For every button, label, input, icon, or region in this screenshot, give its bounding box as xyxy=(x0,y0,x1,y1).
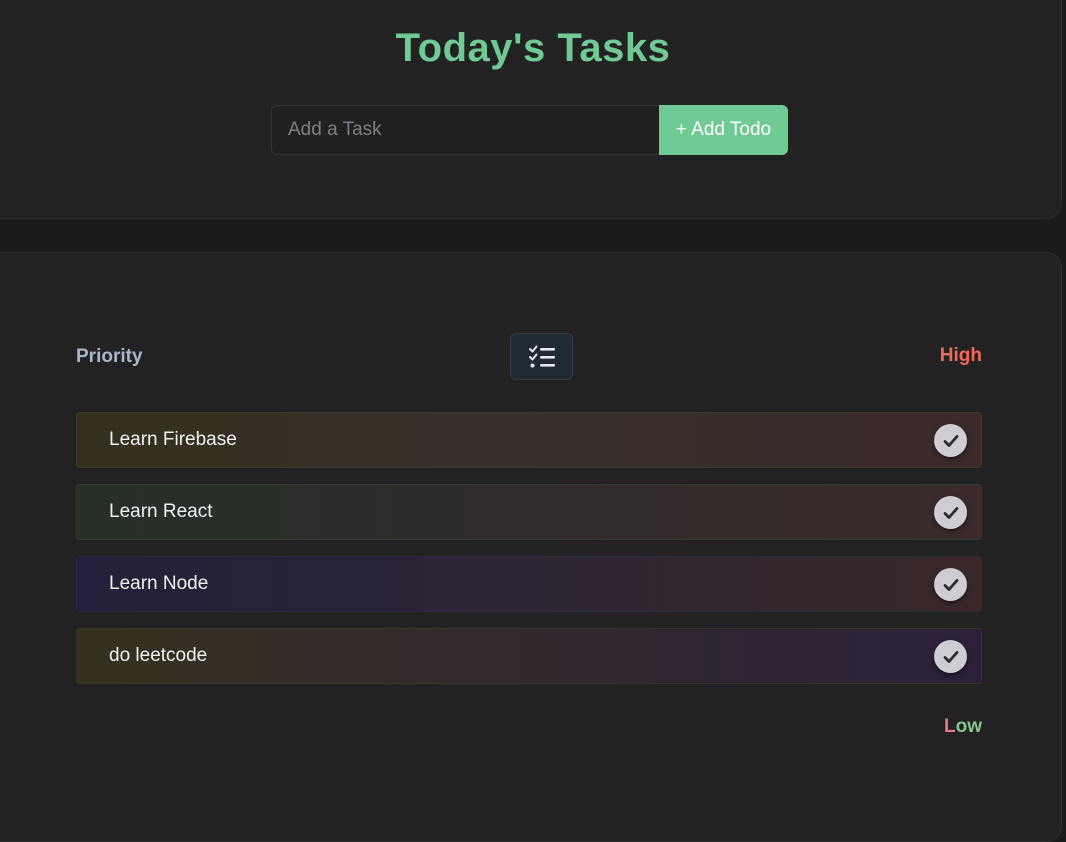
todo-text: Learn React xyxy=(109,501,213,522)
todo-text: Learn Node xyxy=(109,573,209,594)
complete-todo-button[interactable] xyxy=(934,640,967,673)
sort-by-priority-button[interactable] xyxy=(510,333,573,380)
check-icon xyxy=(943,434,958,447)
low-label-rest: ow xyxy=(955,716,982,737)
check-icon xyxy=(943,506,958,519)
todo-item: do leetcode xyxy=(76,628,982,684)
checklist-icon xyxy=(528,345,555,367)
low-label-first-letter: L xyxy=(944,716,956,737)
priority-label: Priority xyxy=(76,346,143,367)
page-title: Today's Tasks xyxy=(395,26,671,70)
todo-item: Learn React xyxy=(76,484,982,540)
todo-item: Learn Node xyxy=(76,556,982,612)
todo-text: do leetcode xyxy=(109,645,208,666)
add-task-form: + Add Todo xyxy=(271,105,788,155)
low-priority-label: Low xyxy=(944,716,982,738)
complete-todo-button[interactable] xyxy=(934,496,967,529)
add-todo-button[interactable]: + Add Todo xyxy=(659,105,788,155)
check-icon xyxy=(943,650,958,663)
check-icon xyxy=(943,578,958,591)
todo-item: Learn Firebase xyxy=(76,412,982,468)
complete-todo-button[interactable] xyxy=(934,424,967,457)
high-priority-label: High xyxy=(939,345,982,366)
todo-text: Learn Firebase xyxy=(109,429,237,450)
complete-todo-button[interactable] xyxy=(934,568,967,601)
task-input[interactable] xyxy=(271,105,659,155)
